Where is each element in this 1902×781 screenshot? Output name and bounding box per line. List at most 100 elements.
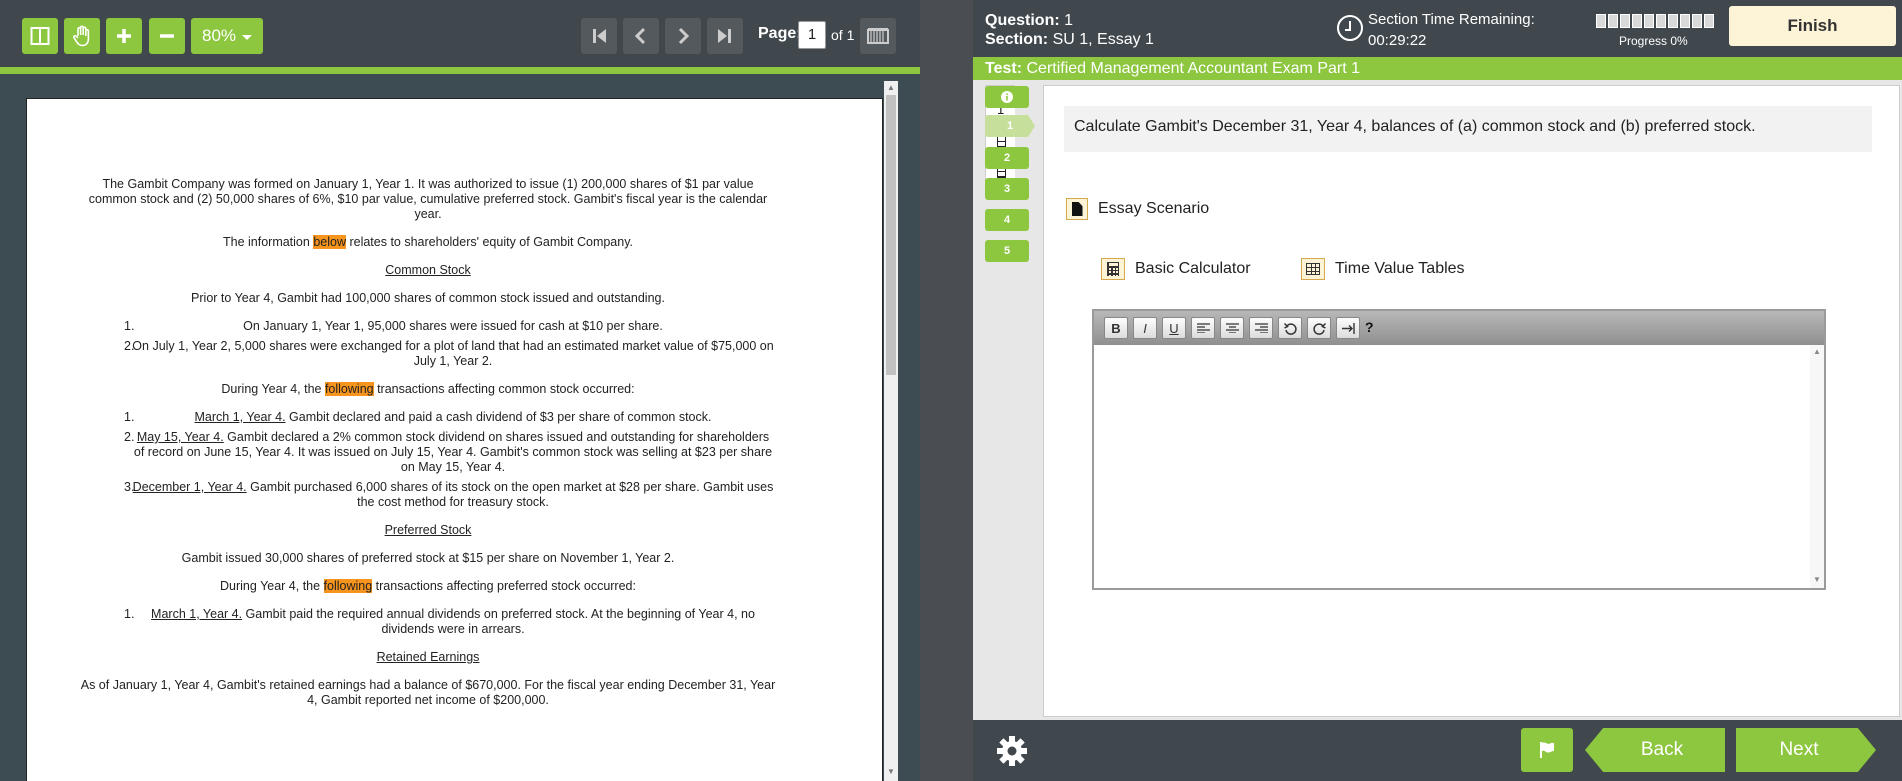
underline-button[interactable]: U	[1162, 317, 1186, 339]
basic-calculator-link[interactable]: Basic Calculator	[1101, 258, 1251, 280]
calculator-label: Basic Calculator	[1135, 260, 1251, 277]
time-value-tables-link[interactable]: Time Value Tables	[1301, 258, 1465, 280]
scroll-down-icon[interactable]: ▼	[1813, 575, 1821, 584]
question-content: Calculate Gambit's December 31, Year 4, …	[1043, 85, 1900, 717]
last-page-button[interactable]	[707, 18, 743, 54]
scroll-down-icon[interactable]: ▼	[887, 767, 895, 776]
zoom-value: 80%	[201, 26, 237, 45]
undo-button[interactable]	[1278, 317, 1302, 339]
two-page-view-button[interactable]	[22, 18, 58, 54]
prev-page-button[interactable]	[623, 18, 659, 54]
question-number: Question: 1	[985, 12, 1073, 30]
indent-icon	[1341, 322, 1355, 334]
indent-button[interactable]	[1336, 317, 1360, 339]
zoom-select[interactable]: 80%	[191, 18, 263, 54]
essay-scenario-link[interactable]: Essay Scenario	[1066, 198, 1209, 220]
nav-question-1[interactable]: 1	[985, 115, 1035, 137]
align-right-icon	[1254, 323, 1268, 333]
scroll-up-icon[interactable]: ▲	[1813, 347, 1821, 356]
table-icon	[1301, 258, 1325, 280]
zoom-in-icon	[117, 29, 131, 43]
pan-tool-button[interactable]	[64, 18, 100, 54]
doc-common-intro: During Year 4, the following transaction…	[80, 382, 776, 397]
page-label: Page:	[758, 25, 802, 42]
next-button[interactable]: Next	[1736, 728, 1876, 772]
text-run: Gambit purchased 6,000 shares of its sto…	[246, 480, 774, 509]
zoom-out-icon	[160, 34, 174, 38]
list-item: 2. May 15, Year 4. Gambit declared a 2% …	[80, 430, 776, 475]
bold-button[interactable]: B	[1104, 317, 1128, 339]
zoom-out-button[interactable]	[149, 18, 185, 54]
list-date: March 1, Year 4.	[151, 607, 243, 621]
book-view-button[interactable]	[860, 18, 896, 54]
nav-question-2[interactable]: 2	[985, 147, 1029, 169]
nav-info-button[interactable]	[985, 86, 1029, 108]
list-item: 1. On January 1, Year 1, 95,000 shares w…	[80, 319, 776, 334]
first-page-button[interactable]	[581, 18, 617, 54]
list-number: 1.	[124, 319, 135, 333]
text-run: During Year 4, the	[221, 382, 325, 396]
exam-header: Question: 1 Section: SU 1, Essay 1 Secti…	[973, 0, 1902, 57]
align-left-button[interactable]	[1191, 317, 1215, 339]
scroll-thumb[interactable]	[886, 95, 896, 375]
document-scrollbar[interactable]: ▲ ▼	[884, 81, 898, 781]
doc-preferred-issue: Gambit issued 30,000 shares of preferred…	[181, 551, 675, 565]
doc-prior-line: Prior to Year 4, Gambit had 100,000 shar…	[191, 291, 665, 305]
editor-scrollbar[interactable]: ▲ ▼	[1810, 345, 1824, 588]
test-label: Test:	[985, 60, 1023, 77]
list-number: 3.	[124, 480, 135, 494]
search-highlight: following	[323, 579, 373, 593]
section-value: SU 1, Essay 1	[1052, 31, 1154, 48]
text-run: The information	[222, 235, 314, 249]
gear-icon[interactable]	[995, 734, 1029, 768]
heading-retained-earnings: Retained Earnings	[376, 650, 480, 664]
search-highlight: following	[324, 382, 374, 396]
page-count: of 1	[831, 27, 855, 43]
doc-info-line: The information below relates to shareho…	[80, 235, 776, 250]
file-icon	[1066, 198, 1088, 220]
flag-button[interactable]	[1521, 728, 1573, 772]
scroll-up-icon[interactable]: ▲	[887, 83, 895, 92]
progress-bar	[1596, 14, 1714, 28]
nav-question-3[interactable]: 3	[985, 178, 1029, 200]
text-run: Gambit declared and paid a cash dividend…	[285, 410, 712, 424]
editor-help-button[interactable]: ?	[1365, 319, 1374, 335]
essay-editor: B I U ? ▲ ▼	[1092, 309, 1826, 590]
test-name: Certified Management Accountant Exam Par…	[1026, 60, 1361, 77]
redo-icon	[1312, 322, 1326, 335]
test-title-bar: Test: Certified Management Accountant Ex…	[973, 57, 1902, 80]
list-item: 1. March 1, Year 4. Gambit declared and …	[80, 410, 776, 425]
finish-button[interactable]: Finish	[1729, 6, 1896, 46]
time-remaining-value: 00:29:22	[1368, 32, 1427, 49]
exam-footer: Back Next	[973, 720, 1902, 781]
document-area: ▲ ▼ The Gambit Company was formed on Jan…	[0, 81, 920, 781]
viewer-toolbar: 80% Page: 1 of 1	[0, 0, 920, 74]
redo-button[interactable]	[1307, 317, 1331, 339]
list-text: May 15, Year 4. Gambit declared a 2% com…	[130, 430, 776, 475]
list-date: March 1, Year 4.	[194, 410, 286, 424]
section-info: Section: SU 1, Essay 1	[985, 31, 1154, 49]
heading-preferred-stock: Preferred Stock	[384, 523, 472, 537]
page-number-input[interactable]: 1	[798, 21, 826, 49]
hand-pan-icon	[73, 25, 90, 47]
essay-scenario-label: Essay Scenario	[1098, 200, 1210, 217]
heading-common-stock: Common Stock	[385, 263, 471, 277]
zoom-in-button[interactable]	[106, 18, 142, 54]
next-page-button[interactable]	[665, 18, 701, 54]
nav-question-5[interactable]: 5	[985, 240, 1029, 262]
first-page-icon	[593, 29, 606, 43]
list-date: December 1, Year 4.	[132, 480, 247, 494]
next-page-icon	[678, 27, 690, 45]
doc-preferred-intro: During Year 4, the following transaction…	[80, 579, 776, 594]
list-number: 1.	[124, 410, 135, 424]
nav-question-4[interactable]: 4	[985, 209, 1029, 231]
align-center-button[interactable]	[1220, 317, 1244, 339]
back-button[interactable]: Back	[1585, 728, 1725, 772]
clock-icon	[1337, 15, 1363, 41]
align-right-button[interactable]	[1249, 317, 1273, 339]
text-run: transactions affecting common stock occu…	[373, 382, 635, 396]
essay-textarea[interactable]: ▲ ▼	[1094, 345, 1824, 588]
italic-button[interactable]: I	[1133, 317, 1157, 339]
list-number: 2.	[124, 430, 135, 444]
doc-intro: The Gambit Company was formed on January…	[88, 177, 768, 221]
